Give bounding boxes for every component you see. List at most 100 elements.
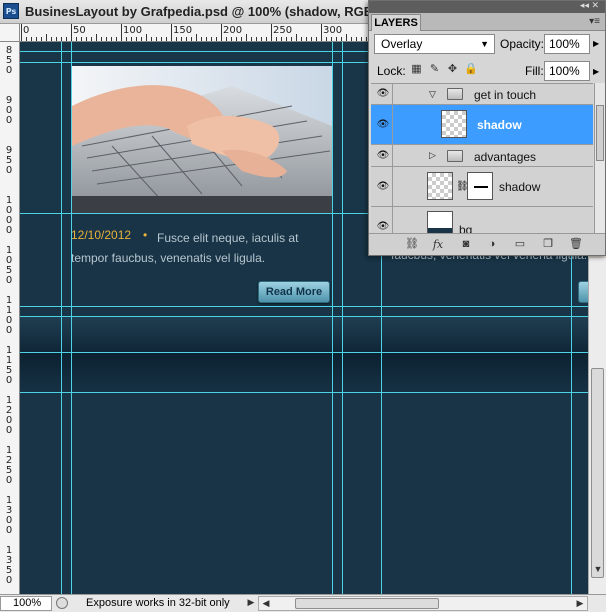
lock-transparent-pixels-icon[interactable]: ▦ xyxy=(410,63,423,76)
lock-position-icon[interactable]: ✥ xyxy=(446,63,459,76)
expanded-triangle-icon[interactable]: ▽ xyxy=(429,89,436,100)
ruler-tick xyxy=(311,37,312,41)
ruler-tick xyxy=(351,37,352,41)
collapse-panel-icon[interactable]: ◂◂ ✕ xyxy=(580,0,599,11)
ruler-tick xyxy=(211,37,212,41)
ruler-label: 100 xyxy=(123,25,143,36)
ruler-tick xyxy=(66,37,67,41)
layer-row-shadow[interactable]: 👁 ⛓ shadow xyxy=(371,167,593,207)
ruler-tick xyxy=(181,37,182,41)
horizontal-scroll-thumb[interactable] xyxy=(295,598,439,609)
ruler-label: 150 xyxy=(173,25,193,36)
scroll-down-icon[interactable]: ▼ xyxy=(591,563,605,577)
ruler-tick xyxy=(156,37,157,41)
guide-line[interactable] xyxy=(20,352,588,353)
tab-layers[interactable]: LAYERS xyxy=(371,14,421,31)
adjustment-layer-icon[interactable]: ◑ xyxy=(485,238,499,251)
ruler-tick xyxy=(196,34,197,41)
fill-input[interactable]: 100% xyxy=(544,61,590,81)
ruler-tick xyxy=(231,37,232,41)
guide-line[interactable] xyxy=(61,42,62,594)
layer-row-shadow-selected[interactable]: 👁 shadow xyxy=(371,105,593,145)
horizontal-scrollbar[interactable]: ◀ ▶ xyxy=(258,596,588,611)
ruler-tick xyxy=(26,37,27,41)
ruler-tick xyxy=(31,37,32,41)
new-group-icon[interactable]: ▭ xyxy=(513,238,527,251)
scroll-right-icon[interactable]: ▶ xyxy=(573,597,587,611)
new-layer-icon[interactable]: ❐ xyxy=(541,238,555,251)
ruler-tick xyxy=(266,37,267,41)
layer-name: shadow xyxy=(477,118,522,132)
ruler-tick xyxy=(51,37,52,41)
ruler-label: 1 1 0 0 xyxy=(5,295,13,336)
ruler-tick xyxy=(121,24,122,41)
collapsed-triangle-icon[interactable]: ▷ xyxy=(429,150,436,161)
fill-slider-arrow-icon[interactable]: ▶ xyxy=(593,67,599,76)
visibility-eye-icon[interactable]: 👁 xyxy=(375,119,391,131)
ruler-tick xyxy=(241,37,242,41)
lock-all-icon[interactable]: 🔒 xyxy=(464,63,478,76)
layers-list: 👁 ▽ get in touch 👁 shadow 👁 ▷ advantages… xyxy=(371,83,593,233)
lock-image-pixels-icon[interactable]: ✎ xyxy=(428,63,441,76)
guide-line[interactable] xyxy=(20,316,588,317)
layers-scrollbar[interactable] xyxy=(594,83,605,233)
trash-icon[interactable]: 🗑 xyxy=(569,238,583,251)
vertical-scroll-thumb[interactable] xyxy=(591,368,604,578)
folder-icon xyxy=(447,150,463,162)
guide-line[interactable] xyxy=(332,42,333,594)
scroll-left-icon[interactable]: ◀ xyxy=(259,597,273,611)
ruler-corner[interactable] xyxy=(0,24,20,42)
link-layers-icon[interactable]: ⛓ xyxy=(405,238,419,251)
ruler-label: 1 1 5 0 xyxy=(5,345,13,386)
layer-row-get-in-touch[interactable]: 👁 ▽ get in touch xyxy=(371,84,593,105)
ruler-tick xyxy=(336,37,337,41)
ruler-label: 1 0 0 0 xyxy=(5,195,13,236)
guide-line[interactable] xyxy=(342,42,343,594)
ruler-tick xyxy=(276,37,277,41)
ruler-label: 1 0 5 0 xyxy=(5,245,13,286)
guide-line[interactable] xyxy=(20,392,588,393)
visibility-eye-icon[interactable]: 👁 xyxy=(375,88,391,100)
read-more-button-partial[interactable] xyxy=(578,281,588,303)
ruler-tick xyxy=(106,37,107,41)
document-info-icon[interactable] xyxy=(56,597,68,609)
vertical-ruler[interactable]: 8 5 0 9 0 0 9 5 0 1 0 0 0 1 0 5 0 1 1 0 … xyxy=(0,42,20,594)
zoom-field[interactable]: 100% xyxy=(0,596,52,611)
add-mask-icon[interactable]: ◙ xyxy=(459,238,473,251)
layers-scroll-thumb[interactable] xyxy=(596,105,604,161)
fx-icon[interactable]: fx xyxy=(431,238,445,251)
guide-line[interactable] xyxy=(71,42,72,594)
layer-row-bg[interactable]: 👁 bg xyxy=(371,207,593,233)
layer-thumbnail xyxy=(427,172,453,200)
status-menu-arrow-icon[interactable]: ▶ xyxy=(244,596,258,610)
ruler-tick xyxy=(86,37,87,41)
guide-line[interactable] xyxy=(20,306,588,307)
ruler-tick xyxy=(186,37,187,41)
visibility-eye-icon[interactable]: 👁 xyxy=(375,181,391,193)
layer-row-advantages[interactable]: 👁 ▷ advantages xyxy=(371,145,593,167)
opacity-input[interactable]: 100% xyxy=(544,34,590,54)
read-more-button[interactable]: Read More xyxy=(258,281,330,303)
visibility-eye-icon[interactable]: 👁 xyxy=(375,150,391,162)
ruler-tick xyxy=(236,37,237,41)
visibility-eye-icon[interactable]: 👁 xyxy=(375,221,391,233)
vertical-scrollbar[interactable]: ▼ xyxy=(588,258,606,594)
ruler-tick xyxy=(61,37,62,41)
chevron-down-icon: ▼ xyxy=(480,39,489,49)
ruler-tick xyxy=(281,37,282,41)
opacity-slider-arrow-icon[interactable]: ▶ xyxy=(593,39,599,48)
ruler-tick xyxy=(136,37,137,41)
layer-name: shadow xyxy=(499,180,541,194)
layer-mask-thumbnail[interactable] xyxy=(467,172,493,200)
ruler-tick xyxy=(81,37,82,41)
ruler-tick xyxy=(116,37,117,41)
layer-name: bg xyxy=(459,223,473,233)
ruler-tick xyxy=(166,37,167,41)
panel-menu-icon[interactable]: ▾≡ xyxy=(589,16,600,27)
panel-header[interactable]: ◂◂ ✕ xyxy=(369,0,605,13)
ruler-tick xyxy=(246,34,247,41)
ruler-tick xyxy=(296,34,297,41)
blend-mode-select[interactable]: Overlay ▼ xyxy=(374,34,495,54)
ruler-tick xyxy=(36,37,37,41)
ruler-tick xyxy=(21,24,22,41)
